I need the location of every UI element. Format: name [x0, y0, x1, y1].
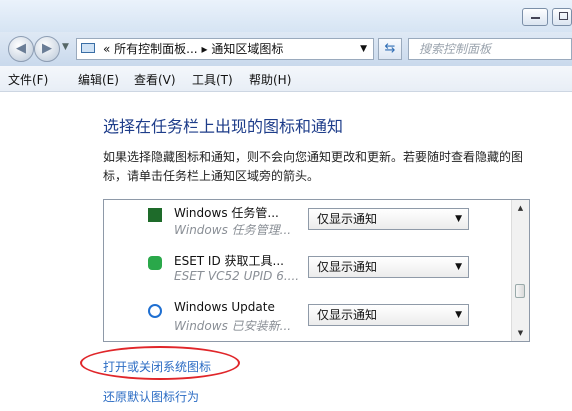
windows-update-icon [148, 304, 162, 318]
item-subtitle: Windows 任务管理... [174, 223, 292, 237]
list-item: ESET ID 获取工具... ESET VC52 UPID 6.... 仅显示… [104, 248, 511, 296]
menu-edit[interactable]: 编辑(E) [78, 71, 119, 88]
scroll-down-icon[interactable]: ▼ [512, 325, 529, 341]
dropdown-arrow-icon: ▼ [455, 214, 462, 224]
system-icons-link[interactable]: 打开或关闭系统图标 [103, 358, 211, 375]
list-scrollbar[interactable]: ▲ ▼ [511, 200, 529, 341]
window-title-bar [0, 0, 572, 32]
menu-help[interactable]: 帮助(H) [249, 71, 291, 88]
menu-tools[interactable]: 工具(T) [192, 71, 233, 88]
item-subtitle: Windows 已安装新... [174, 319, 292, 333]
task-manager-icon [148, 208, 162, 222]
address-dropdown-icon[interactable]: ▼ [360, 39, 367, 59]
behavior-select[interactable]: 仅显示通知 ▼ [308, 256, 469, 278]
scrollbar-thumb[interactable] [515, 284, 525, 298]
breadcrumb-overflow[interactable]: « [103, 42, 110, 56]
address-bar[interactable]: « 所有控制面板... ▸ 通知区域图标 ▼ [76, 38, 374, 60]
list-item: Windows 任务管... Windows 任务管理... 仅显示通知 ▼ [104, 200, 511, 248]
refresh-button[interactable]: ⇆ [378, 38, 402, 60]
navigation-bar: ◀ ▶ ▼ « 所有控制面板... ▸ 通知区域图标 ▼ ⇆ 搜索控制面板 [0, 32, 572, 66]
page-title: 选择在任务栏上出现的图标和通知 [103, 117, 344, 136]
recent-pages-dropdown[interactable]: ▼ [62, 42, 69, 52]
notification-icons-list[interactable]: Windows 任务管... Windows 任务管理... 仅显示通知 ▼ E… [103, 199, 530, 342]
item-subtitle: ESET VC52 UPID 6.... [174, 269, 300, 283]
maximize-icon [559, 12, 568, 20]
breadcrumb-all-control-panel[interactable]: 所有控制面板... [114, 42, 197, 56]
maximize-button[interactable] [552, 8, 572, 26]
dropdown-arrow-icon: ▼ [455, 262, 462, 272]
item-name: Windows Update [174, 300, 275, 314]
back-arrow-icon: ◀ [16, 41, 26, 56]
behavior-value: 仅显示通知 [317, 260, 378, 274]
page-description: 如果选择隐藏图标和通知，则不会向您通知更改和更新。若要随时查看隐藏的图标，请单击… [103, 150, 524, 183]
behavior-select[interactable]: 仅显示通知 ▼ [308, 208, 469, 230]
refresh-icon: ⇆ [384, 41, 396, 56]
search-input[interactable]: 搜索控制面板 [408, 38, 572, 60]
behavior-select[interactable]: 仅显示通知 ▼ [308, 304, 469, 326]
eset-icon [148, 256, 162, 270]
dropdown-arrow-icon: ▼ [455, 310, 462, 320]
behavior-value: 仅显示通知 [317, 308, 378, 322]
minimize-button[interactable] [522, 8, 548, 26]
restore-default-link[interactable]: 还原默认图标行为 [103, 388, 199, 405]
item-name: Windows 任务管... [174, 206, 279, 220]
scroll-up-icon[interactable]: ▲ [512, 200, 529, 216]
breadcrumb-notification-icons[interactable]: 通知区域图标 [211, 42, 283, 56]
back-button[interactable]: ◀ [8, 36, 34, 62]
list-item: Windows Update Windows 已安装新... 仅显示通知 ▼ [104, 296, 511, 344]
control-panel-icon [81, 43, 95, 53]
forward-button[interactable]: ▶ [34, 36, 60, 62]
behavior-value: 仅显示通知 [317, 212, 378, 226]
menu-view[interactable]: 查看(V) [134, 71, 176, 88]
item-name: ESET ID 获取工具... [174, 254, 284, 268]
breadcrumb-separator-icon[interactable]: ▸ [201, 42, 207, 56]
minimize-icon [531, 17, 540, 19]
forward-arrow-icon: ▶ [42, 41, 52, 56]
menu-file[interactable]: 文件(F) [8, 71, 48, 88]
menu-bar: 文件(F) 编辑(E) 查看(V) 工具(T) 帮助(H) [0, 66, 572, 92]
